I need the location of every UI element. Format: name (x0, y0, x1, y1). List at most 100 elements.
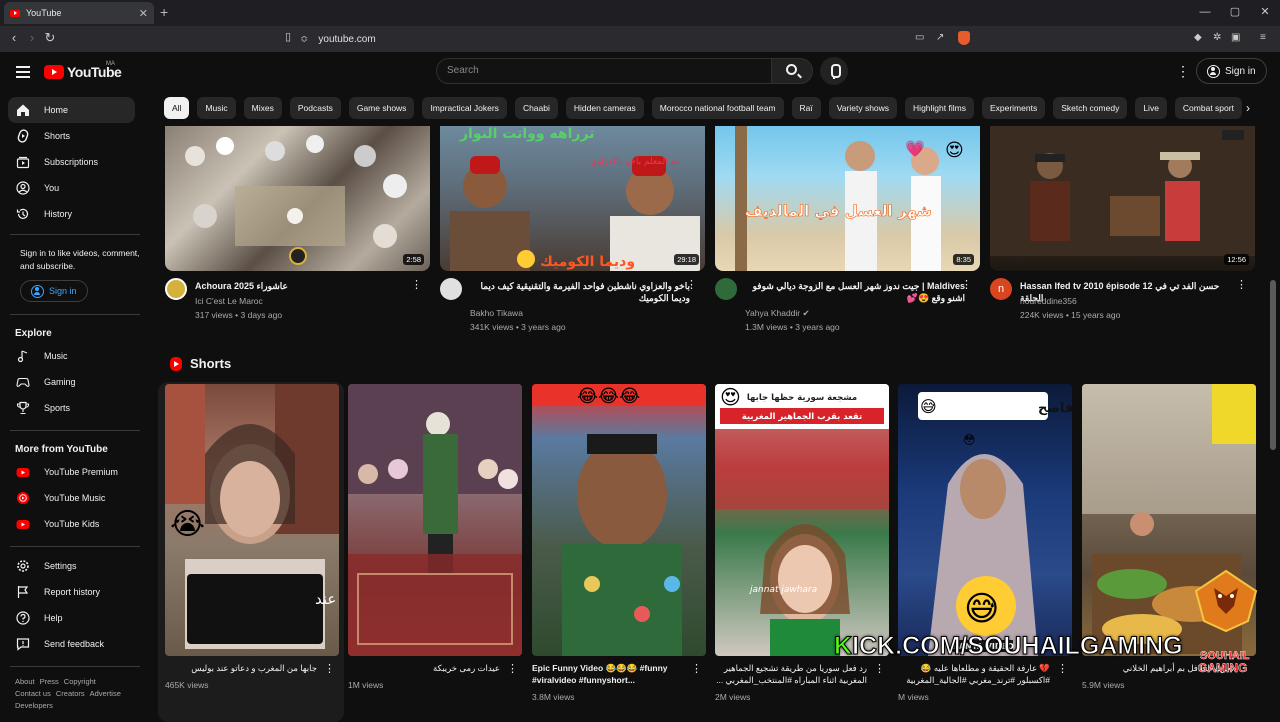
sidebar-item-report-history[interactable]: Report history (8, 579, 135, 605)
short-thumbnail[interactable]: ختنا وجها قاصح 😅 😳 😅 HANYA VIDEO (898, 384, 1072, 656)
footer-link-copyright[interactable]: Copyright (64, 677, 96, 686)
sidebar-item-youtube-kids[interactable]: YouTube Kids (8, 511, 135, 537)
chip[interactable]: Impractical Jokers (422, 97, 507, 119)
sidebar-item-home[interactable]: Home (8, 97, 135, 123)
sidebar-item-sports[interactable]: Sports (8, 395, 135, 421)
site-info-icon[interactable]: ≎ (300, 34, 308, 45)
chip[interactable]: Chaabi (514, 97, 558, 119)
video-channel[interactable]: Yahya Khaddir ✔ (745, 308, 810, 319)
video-more-icon[interactable]: ⋮ (411, 278, 422, 291)
search-input[interactable]: Search (436, 58, 772, 84)
cast-icon[interactable]: ▭ (915, 32, 924, 43)
footer-link-advertise[interactable]: Advertise (90, 689, 121, 698)
short-thumbnail[interactable]: 😂😂😂 (532, 384, 706, 656)
forward-icon[interactable]: › (24, 30, 40, 45)
video-thumbnail[interactable]: 12:56 (990, 126, 1255, 271)
footer-link-press[interactable]: Press (40, 677, 59, 686)
settings-more-icon[interactable]: ⋮ (1176, 64, 1190, 78)
menu-icon[interactable]: ≡ (1260, 32, 1266, 43)
video-more-icon[interactable]: ⋮ (1236, 278, 1247, 291)
chip[interactable]: Morocco national football team (651, 97, 784, 119)
short-more-icon[interactable]: ⋮ (507, 662, 518, 675)
chip[interactable]: Highlight films (905, 97, 974, 119)
hamburger-menu-icon[interactable] (16, 66, 30, 78)
sidebar-item-youtube-music[interactable]: YouTube Music (8, 485, 135, 511)
short-title[interactable]: جابها من المغرب و دعاتو عند بوليس (165, 662, 317, 674)
chip[interactable]: Mixes (243, 97, 282, 119)
short-title[interactable]: عيدات رمى خريبكة (348, 662, 500, 674)
channel-avatar[interactable] (715, 278, 737, 300)
short-title[interactable]: 💔 عارفة الحقيقة و مطلعاها عليه 😂 #اكسبلو… (898, 662, 1050, 686)
share-icon[interactable]: ↗ (936, 32, 944, 43)
search-button[interactable] (771, 58, 813, 84)
chip[interactable]: Variety shows (828, 97, 898, 119)
video-title[interactable]: Maldives | جيت ندوز شهر العسل مع الزوجة … (745, 280, 965, 304)
channel-avatar[interactable]: n (990, 278, 1012, 300)
sidebar-toggle-icon[interactable]: ▣ (1231, 32, 1240, 43)
sidebar-item-help[interactable]: Help (8, 605, 135, 631)
video-thumbnail[interactable]: 😍 💗 شهر العسل في المالديف 8:35 (715, 126, 980, 271)
short-title[interactable]: رد فعل سوريا من طريقة تشجيع الجماهير الم… (715, 662, 867, 686)
video-title[interactable]: Achoura 2025 عاشوراء (195, 280, 415, 292)
footer-link-developers[interactable]: Developers (15, 701, 53, 710)
chip[interactable]: Raï (791, 97, 821, 119)
short-more-icon[interactable]: ⋮ (874, 662, 885, 675)
bookmark-icon[interactable]: ▯ (280, 30, 296, 43)
address-bar[interactable]: ≎ youtube.com (300, 29, 980, 49)
sidebar-item-you[interactable]: You (8, 175, 135, 201)
short-thumbnail[interactable]: 😭 جابها من المغرب و دعاتو عند (165, 384, 339, 656)
chip[interactable]: All (164, 97, 190, 119)
video-channel[interactable]: Ici C'est Le Maroc (195, 296, 263, 306)
sidebar-item-settings[interactable]: Settings (8, 553, 135, 579)
video-channel[interactable]: Bakho Tikawa (470, 308, 523, 318)
chips-next-icon[interactable]: › (1246, 97, 1262, 119)
reload-icon[interactable]: ↻ (42, 30, 58, 46)
video-thumbnail[interactable]: 2:58 (165, 126, 430, 271)
sidebar-item-send-feedback[interactable]: Send feedback (8, 631, 135, 657)
minimize-icon[interactable]: — (1190, 0, 1220, 26)
browser-tab[interactable]: YouTube ✕ (4, 2, 154, 24)
chip[interactable]: Hidden cameras (565, 97, 644, 119)
extensions-icon[interactable]: ✲ (1213, 32, 1221, 43)
voice-search-icon[interactable] (820, 57, 848, 85)
video-more-icon[interactable]: ⋮ (686, 278, 697, 291)
short-thumbnail[interactable] (348, 384, 522, 656)
channel-avatar[interactable] (165, 278, 187, 300)
short-thumbnail[interactable]: 😍 مشجعة سورية حظها جابها تقعد بقرب الجما… (715, 384, 889, 656)
sidebar-item-history[interactable]: History (8, 201, 135, 227)
footer-link-contact[interactable]: Contact us (15, 689, 51, 698)
tab-close-icon[interactable]: ✕ (139, 7, 148, 20)
video-title[interactable]: باخو والعزاوي ناشطين فواحد الفيرمة والتق… (470, 280, 690, 304)
sidebar-item-music[interactable]: Music (8, 343, 135, 369)
youtube-logo[interactable]: YouTube MA (44, 61, 122, 80)
header-signin-button[interactable]: Sign in (1196, 58, 1267, 84)
chip[interactable]: Experiments (981, 97, 1046, 119)
short-more-icon[interactable]: ⋮ (324, 662, 335, 675)
brave-shield-icon[interactable] (958, 31, 970, 45)
short-title[interactable]: Epic Funny Video 😂😂😂 #funny #viralvideo … (532, 662, 684, 686)
chip[interactable]: Combat sport (1174, 97, 1242, 119)
short-more-icon[interactable]: ⋮ (1057, 662, 1068, 675)
maximize-icon[interactable]: ▢ (1220, 0, 1250, 26)
close-window-icon[interactable]: ✕ (1250, 0, 1280, 26)
sidebar-item-shorts[interactable]: Shorts (8, 123, 135, 149)
sync-icon[interactable]: ◆ (1194, 32, 1202, 43)
chip[interactable]: Sketch comedy (1053, 97, 1128, 119)
footer-link-about[interactable]: About (15, 677, 35, 686)
page-scrollbar[interactable] (1270, 280, 1276, 450)
new-tab-icon[interactable]: + (160, 4, 168, 20)
chip[interactable]: Game shows (348, 97, 415, 119)
chip[interactable]: Podcasts (289, 97, 341, 119)
video-thumbnail[interactable]: ترراهه وواتت النوار مع المعلم باخو والعز… (440, 126, 705, 271)
sidebar-item-youtube-premium[interactable]: YouTube Premium (8, 459, 135, 485)
video-channel[interactable]: noureddine356 (1020, 296, 1077, 306)
chip[interactable]: Music (197, 97, 236, 119)
channel-avatar[interactable] (440, 278, 462, 300)
footer-link-creators[interactable]: Creators (56, 689, 85, 698)
sidebar-item-gaming[interactable]: Gaming (8, 369, 135, 395)
short-more-icon[interactable]: ⋮ (691, 662, 702, 675)
chip[interactable]: Live (1135, 97, 1167, 119)
video-more-icon[interactable]: ⋮ (961, 278, 972, 291)
back-icon[interactable]: ‹ (6, 30, 22, 45)
sidebar-item-subscriptions[interactable]: Subscriptions (8, 149, 135, 175)
